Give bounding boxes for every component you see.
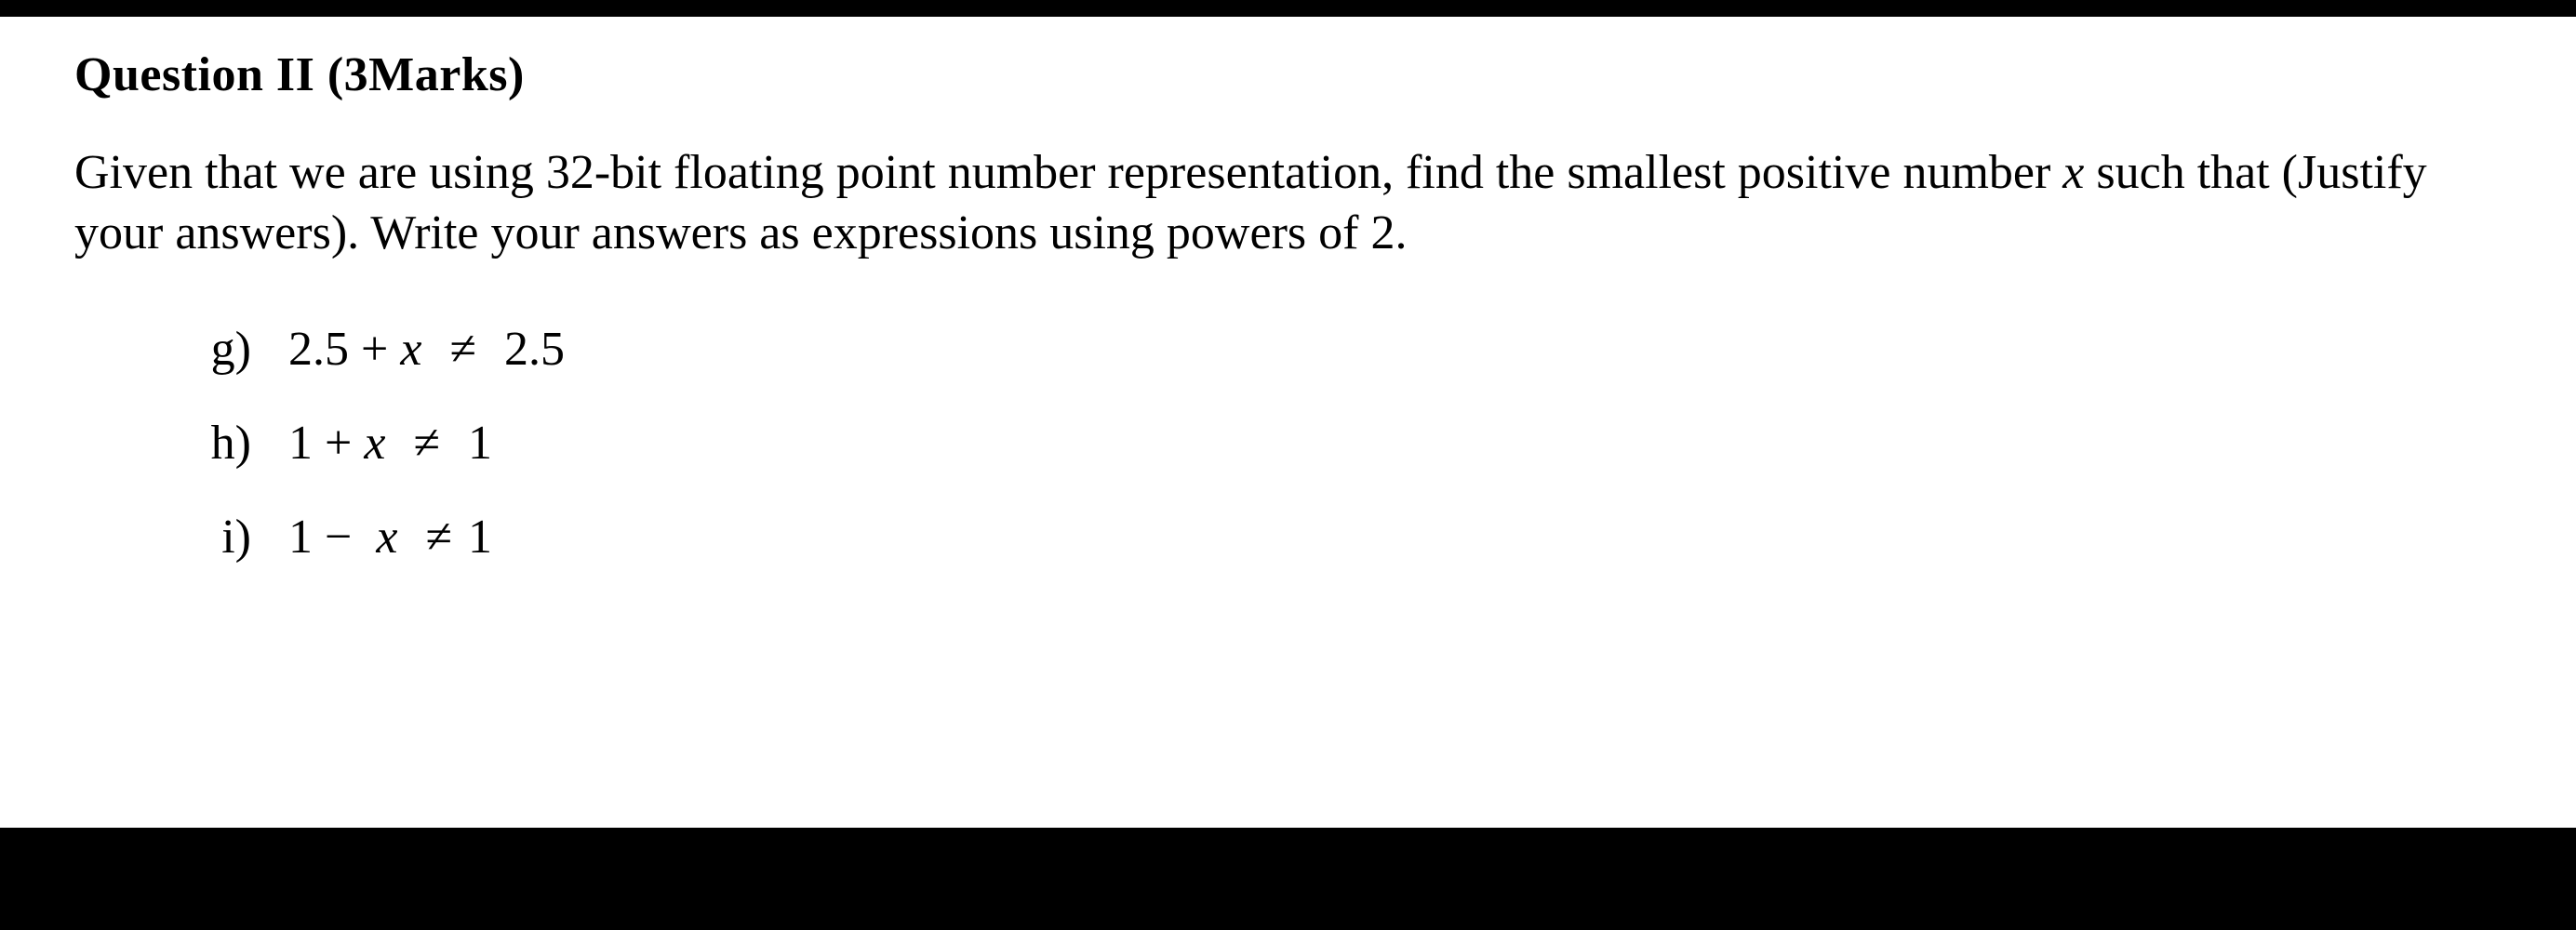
subquestion-expression: 1 − x ≠ 1 [288,507,492,567]
subquestion-label: h) [177,413,251,473]
question-heading: Question II (3Marks) [74,45,2502,105]
prompt-text-before: Given that we are using 32-bit floating … [74,146,2062,199]
not-equal-symbol: ≠ [397,413,456,473]
page: Question II (3Marks) Given that we are u… [0,0,2576,930]
expr-rhs: 1 [468,511,492,564]
subquestion-i: i) 1 − x ≠ 1 [177,507,2502,567]
expr-var: x [364,417,385,470]
subquestion-expression: 2.5 + x ≠ 2.5 [288,319,565,379]
not-equal-symbol: ≠ [409,507,468,567]
subquestion-label: g) [177,319,251,379]
subquestion-g: g) 2.5 + x ≠ 2.5 [177,319,2502,379]
question-content: Question II (3Marks) Given that we are u… [0,17,2576,567]
expr-rhs: 1 [468,417,492,470]
question-prompt: Given that we are using 32-bit floating … [74,142,2502,263]
expr-var: x [376,511,397,564]
expr-rhs: 2.5 [504,323,565,376]
expr-lhs-pre: 1 − [288,511,364,564]
top-bar [0,0,2576,17]
subquestion-label: i) [177,507,251,567]
subquestion-list: g) 2.5 + x ≠ 2.5 h) 1 + x ≠ 1 i) 1 [74,319,2502,567]
bottom-bar [0,828,2576,930]
subquestion-expression: 1 + x ≠ 1 [288,413,492,473]
expr-lhs-pre: 2.5 + [288,323,400,376]
subquestion-h: h) 1 + x ≠ 1 [177,413,2502,473]
variable-x: x [2062,146,2084,199]
not-equal-symbol: ≠ [434,319,492,379]
expr-var: x [400,323,421,376]
expr-lhs-pre: 1 + [288,417,364,470]
